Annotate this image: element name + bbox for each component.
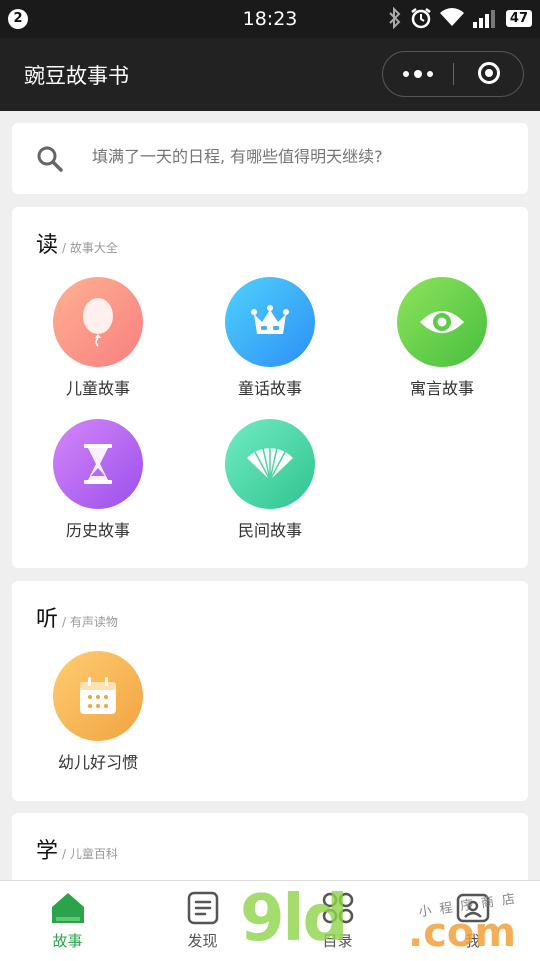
category-icon-circle bbox=[225, 419, 315, 509]
signal-icon bbox=[472, 10, 495, 28]
home-icon bbox=[51, 893, 84, 923]
wifi-icon bbox=[439, 8, 464, 26]
section-heading: 读 bbox=[36, 233, 59, 258]
category-label: 儿童故事 bbox=[65, 379, 130, 398]
bluetooth-icon bbox=[389, 7, 401, 29]
more-button[interactable] bbox=[383, 52, 453, 96]
search-input[interactable] bbox=[92, 147, 512, 166]
section-read: 读 / 故事大全 儿童故事 童话故事 寓言故事 历史故事 民间故事 bbox=[12, 207, 528, 568]
status-icons: 47 bbox=[388, 7, 532, 29]
more-dot-icon bbox=[414, 70, 422, 78]
profile-icon bbox=[456, 893, 489, 923]
tab-me[interactable]: 我 bbox=[405, 881, 540, 961]
tab-stories[interactable]: 故事 bbox=[0, 881, 135, 961]
section-title: 读 / 故事大全 bbox=[36, 227, 118, 259]
category-icon-circle bbox=[225, 277, 315, 367]
capsule-divider bbox=[453, 63, 454, 85]
hourglass-icon bbox=[84, 444, 112, 484]
category-label: 寓言故事 bbox=[409, 379, 474, 398]
mini-program-capsule bbox=[382, 51, 524, 97]
battery-level: 47 bbox=[505, 9, 532, 27]
tab-label: 故事 bbox=[52, 932, 83, 950]
tab-catalog[interactable]: 目录 bbox=[270, 881, 405, 961]
section-title: 学 / 儿童百科 bbox=[36, 833, 118, 865]
tab-discover[interactable]: 发现 bbox=[135, 881, 270, 961]
category-icon-circle bbox=[53, 651, 143, 741]
close-mini-program-button[interactable] bbox=[478, 62, 500, 84]
section-heading: 听 bbox=[36, 607, 59, 632]
tab-bar: 故事 发现 目录 我 bbox=[0, 880, 540, 961]
category-label: 民间故事 bbox=[237, 521, 302, 540]
category-fables[interactable]: 寓言故事 bbox=[356, 277, 528, 399]
category-children-stories[interactable]: 儿童故事 bbox=[12, 277, 184, 399]
tab-label: 我 bbox=[464, 932, 480, 950]
category-label: 历史故事 bbox=[65, 521, 130, 540]
alarm-icon bbox=[411, 8, 431, 29]
tab-label: 发现 bbox=[187, 932, 218, 950]
section-subtitle: / 儿童百科 bbox=[62, 847, 118, 861]
section-subtitle: / 故事大全 bbox=[62, 241, 118, 255]
eye-icon bbox=[420, 311, 464, 333]
section-title: 听 / 有声读物 bbox=[36, 601, 118, 633]
crown-icon bbox=[251, 305, 289, 334]
tab-label: 目录 bbox=[322, 932, 353, 950]
category-history-stories[interactable]: 历史故事 bbox=[12, 419, 184, 541]
more-dot-icon bbox=[403, 71, 409, 77]
search-bar[interactable] bbox=[12, 123, 528, 194]
section-heading: 学 bbox=[36, 839, 59, 864]
category-icon-circle bbox=[53, 419, 143, 509]
section-subtitle: / 有声读物 bbox=[62, 615, 118, 629]
more-dot-icon bbox=[427, 71, 433, 77]
section-listen: 听 / 有声读物 幼儿好习惯 bbox=[12, 581, 528, 801]
navbar: 豌豆故事书 bbox=[0, 38, 540, 111]
grid-icon bbox=[322, 892, 353, 924]
category-label: 童话故事 bbox=[237, 379, 302, 398]
balloon-icon bbox=[83, 298, 113, 347]
category-folk-stories[interactable]: 民间故事 bbox=[184, 419, 356, 541]
category-good-habits[interactable]: 幼儿好习惯 bbox=[12, 651, 184, 773]
category-label: 幼儿好习惯 bbox=[57, 753, 138, 772]
status-bar: 2 18:23 47 bbox=[0, 0, 540, 38]
page-title: 豌豆故事书 bbox=[24, 64, 129, 88]
category-icon-circle bbox=[53, 277, 143, 367]
fan-icon bbox=[247, 447, 293, 482]
search-icon bbox=[37, 146, 63, 172]
category-icon-circle bbox=[397, 277, 487, 367]
document-icon bbox=[187, 891, 218, 925]
category-fairy-tales[interactable]: 童话故事 bbox=[184, 277, 356, 399]
calendar-icon bbox=[80, 677, 116, 714]
